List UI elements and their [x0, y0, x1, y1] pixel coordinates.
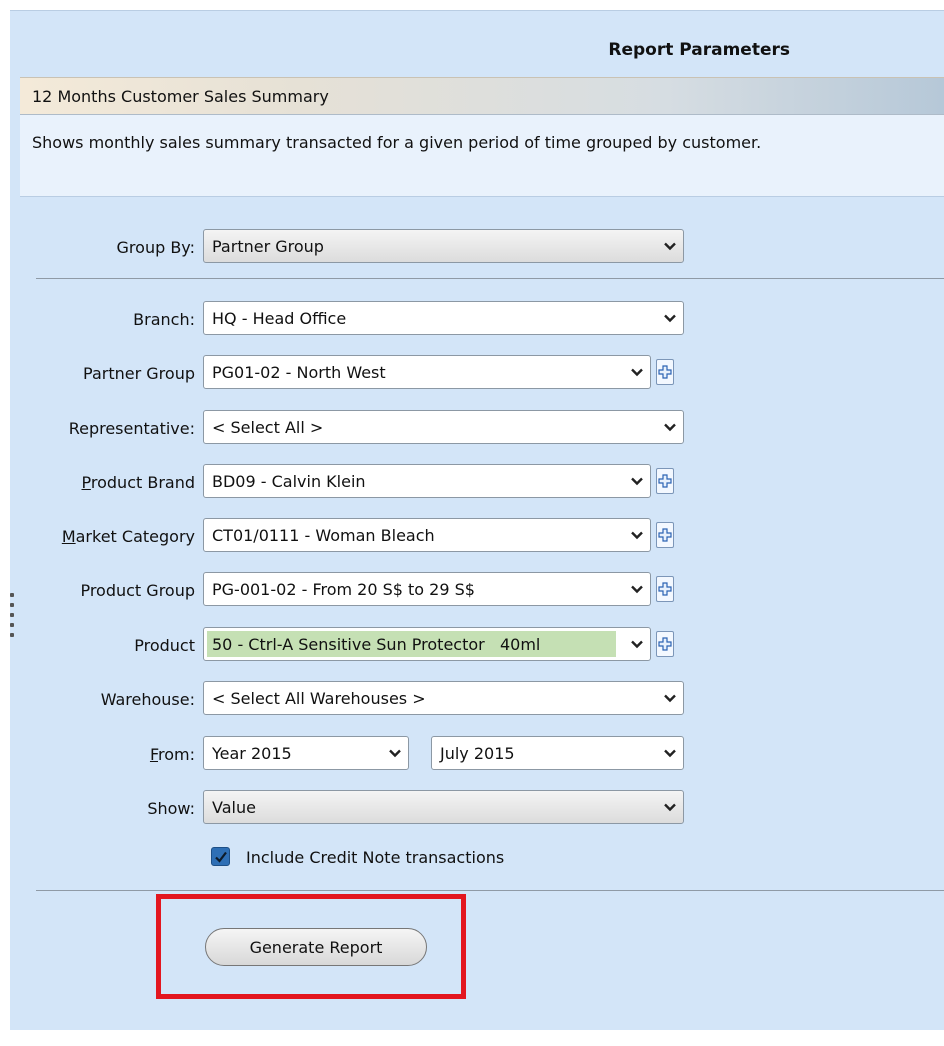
warehouse-label: Warehouse:	[100, 690, 195, 709]
product-group-value: PG-001-02 - From 20 S$ to 29 S$	[212, 580, 475, 599]
chevron-down-icon	[631, 585, 643, 594]
add-market-category-button[interactable]	[656, 522, 674, 548]
chevron-down-icon	[631, 640, 643, 649]
product-label: Product	[134, 636, 195, 655]
product-group-select[interactable]: PG-001-02 - From 20 S$ to 29 S$	[203, 572, 651, 606]
representative-value: < Select All >	[212, 418, 324, 437]
show-select[interactable]: Value	[203, 790, 684, 824]
checkmark-icon	[215, 851, 227, 863]
product-brand-value: BD09 - Calvin Klein	[212, 472, 366, 491]
highlight-annotation-box	[156, 894, 466, 999]
add-product-group-button[interactable]	[656, 576, 674, 602]
plus-icon	[658, 365, 672, 379]
plus-icon	[658, 474, 672, 488]
chevron-down-icon	[631, 368, 643, 377]
warehouse-value: < Select All Warehouses >	[212, 689, 426, 708]
from-year-select[interactable]: Year 2015	[203, 736, 409, 770]
representative-select[interactable]: < Select All >	[203, 410, 684, 444]
report-name: 12 Months Customer Sales Summary	[32, 87, 329, 106]
include-credit-note-label[interactable]: Include Credit Note transactions	[246, 848, 504, 867]
group-by-select[interactable]: Partner Group	[203, 229, 684, 263]
representative-label: Representative:	[68, 419, 195, 438]
divider	[36, 890, 944, 891]
chevron-down-icon	[389, 749, 401, 758]
show-value: Value	[212, 798, 256, 817]
plus-icon	[658, 582, 672, 596]
branch-value: HQ - Head Office	[212, 309, 347, 328]
report-name-header: 12 Months Customer Sales Summary	[20, 77, 944, 115]
partner-group-label: Partner Group	[83, 364, 195, 383]
chevron-down-icon	[664, 314, 676, 323]
group-by-label: Group By:	[116, 238, 195, 257]
from-month-select[interactable]: July 2015	[431, 736, 684, 770]
group-by-value: Partner Group	[212, 237, 324, 256]
chevron-down-icon	[664, 749, 676, 758]
panel-title: Report Parameters	[608, 40, 790, 60]
divider	[36, 278, 944, 279]
plus-icon	[658, 637, 672, 651]
show-label: Show:	[147, 799, 195, 818]
add-product-brand-button[interactable]	[656, 468, 674, 494]
warehouse-select[interactable]: < Select All Warehouses >	[203, 681, 684, 715]
chevron-down-icon	[631, 477, 643, 486]
product-brand-label: Product Brand	[81, 473, 196, 492]
partner-group-select[interactable]: PG01-02 - North West	[203, 355, 651, 389]
chevron-down-icon	[664, 242, 676, 251]
product-combobox[interactable]: 50 - Ctrl-A Sensitive Sun Protector 40ml	[203, 627, 651, 661]
splitter-grip-icon[interactable]	[10, 593, 16, 637]
branch-select[interactable]: HQ - Head Office	[203, 301, 684, 335]
product-brand-select[interactable]: BD09 - Calvin Klein	[203, 464, 651, 498]
chevron-down-icon	[664, 423, 676, 432]
report-description-box: Shows monthly sales summary transacted f…	[20, 115, 944, 197]
partner-group-value: PG01-02 - North West	[212, 363, 386, 382]
from-label: From:	[149, 745, 195, 764]
market-category-label: Market Category	[61, 527, 195, 546]
report-description: Shows monthly sales summary transacted f…	[32, 133, 762, 152]
chevron-down-icon	[631, 531, 643, 540]
add-product-button[interactable]	[656, 631, 674, 657]
from-year-value: Year 2015	[212, 744, 292, 763]
branch-label: Branch:	[133, 310, 195, 329]
product-value[interactable]: 50 - Ctrl-A Sensitive Sun Protector 40ml	[212, 635, 540, 654]
from-month-value: July 2015	[440, 744, 515, 763]
plus-icon	[658, 528, 672, 542]
market-category-select[interactable]: CT01/0111 - Woman Bleach	[203, 518, 651, 552]
include-credit-note-checkbox[interactable]	[211, 847, 230, 866]
chevron-down-icon	[664, 694, 676, 703]
chevron-down-icon	[664, 803, 676, 812]
market-category-value: CT01/0111 - Woman Bleach	[212, 526, 435, 545]
add-partner-group-button[interactable]	[656, 359, 674, 385]
product-group-label: Product Group	[80, 581, 195, 600]
